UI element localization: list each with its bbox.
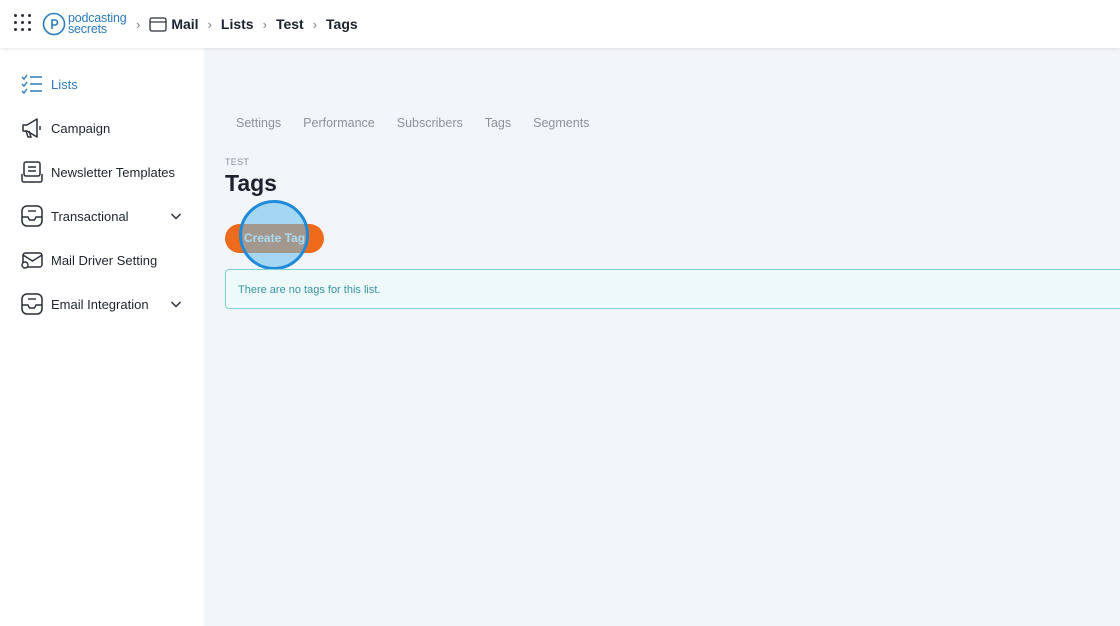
logo-mark-icon: [42, 12, 66, 36]
apps-grid-icon[interactable]: [14, 14, 34, 34]
sidebar-item-label: Campaign: [51, 120, 111, 136]
podcasting-secrets-logo[interactable]: podcasting secrets: [42, 8, 127, 40]
inbox-icon: [21, 205, 43, 227]
sidebar-item-label: Newsletter Templates: [51, 164, 176, 180]
top-header: podcasting secrets › Mail › Lists › Test…: [0, 0, 1120, 48]
breadcrumb-test[interactable]: Test: [276, 16, 304, 32]
chevron-right-icon: ›: [312, 16, 318, 32]
chevron-down-icon[interactable]: [170, 211, 182, 221]
list-tabs: Settings Performance Subscribers Tags Se…: [236, 116, 611, 136]
tab-subscribers[interactable]: Subscribers: [397, 116, 463, 136]
logo-text: podcasting secrets: [68, 11, 127, 36]
breadcrumb-mail[interactable]: Mail: [171, 16, 198, 32]
sidebar-item-newsletter-templates[interactable]: Newsletter Templates: [20, 159, 190, 185]
megaphone-icon: [22, 118, 41, 138]
tab-performance[interactable]: Performance: [303, 116, 375, 136]
sidebar: Lists Campaign Newsletter Templates Tran…: [0, 48, 204, 626]
checklist-icon: [21, 74, 42, 95]
sidebar-item-label: Transactional: [51, 208, 129, 224]
sidebar-item-email-integration[interactable]: Email Integration: [20, 291, 190, 317]
inbox-icon: [21, 293, 43, 315]
sidebar-item-label: Email Integration: [51, 296, 149, 312]
empty-state-notice: There are no tags for this list.: [225, 269, 1120, 309]
sidebar-item-mail-driver-setting[interactable]: Mail Driver Setting: [20, 247, 190, 273]
sidebar-item-transactional[interactable]: Transactional: [20, 203, 190, 229]
sidebar-item-campaign[interactable]: Campaign: [20, 115, 190, 141]
sidebar-item-label: Lists: [51, 76, 78, 92]
mail-settings-icon: [21, 252, 43, 269]
tab-segments[interactable]: Segments: [533, 116, 589, 136]
chevron-right-icon: ›: [262, 16, 267, 32]
chevron-down-icon[interactable]: [170, 299, 182, 309]
chevron-right-icon: ›: [207, 16, 212, 32]
tab-settings[interactable]: Settings: [236, 116, 281, 136]
mailbox-icon: [149, 17, 167, 32]
chevron-right-icon: ›: [136, 16, 141, 32]
create-tag-button[interactable]: Create Tag: [225, 224, 324, 253]
tab-tags[interactable]: Tags: [485, 116, 511, 136]
sidebar-item-lists[interactable]: Lists: [20, 71, 190, 97]
newsletter-icon: [21, 161, 43, 183]
list-name-eyebrow: TEST: [225, 157, 250, 167]
page-title: Tags: [225, 170, 277, 196]
breadcrumb: › Mail › Lists › Test › Tags: [136, 0, 358, 48]
breadcrumb-lists[interactable]: Lists: [221, 16, 254, 32]
breadcrumb-tags: Tags: [326, 16, 358, 32]
sidebar-item-label: Mail Driver Setting: [51, 252, 158, 268]
